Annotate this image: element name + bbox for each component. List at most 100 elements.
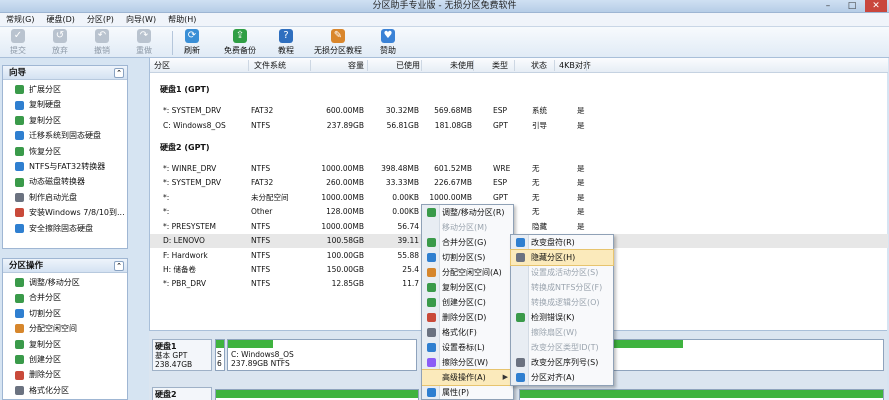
menu-general[interactable]: 常规(G) [0,13,40,26]
wizard-item-copy-partition[interactable]: 复制分区 [3,113,127,128]
format-icon [15,385,24,395]
table-row[interactable]: *: SYSTEM_DRV FAT32 600.00MB 30.32MB 569… [150,104,888,118]
col-partition[interactable]: 分区 [154,58,170,73]
col-used[interactable]: 已使用 [396,58,420,73]
advanced-submenu: 改变盘符(R) 隐藏分区(H) 设置成活动分区(S) 转换成NTFS分区(F) … [510,234,614,386]
wizard-item-bootable[interactable]: 制作启动光盘 [3,190,127,205]
discard-button[interactable]: ↺ 放弃 [52,29,68,56]
submenu-item-to-ntfs[interactable]: 转换成NTFS分区(F) [511,280,613,295]
copy-icon [15,339,24,349]
op-item-resize[interactable]: 调整/移动分区 [3,275,127,290]
disk1-system-partition[interactable]: S6 [215,339,225,371]
recover-icon [15,146,24,156]
sponsor-button[interactable]: ♥ 赞助 [380,29,396,56]
table-row[interactable]: *: Other 128.00MB 0.00KB 无 是 [150,205,888,219]
commit-button[interactable]: ✓ 提交 [10,29,26,56]
table-row[interactable]: *: PRESYSTEM NTFS 1000.00MB 56.74 隐藏 是 [150,220,888,234]
op-item-split[interactable]: 切割分区 [3,306,127,321]
submenu-item-to-logical[interactable]: 转换成逻辑分区(O) [511,295,613,310]
table-row[interactable]: *: WINRE_DRV NTFS 1000.00MB 398.48MB 601… [150,162,888,176]
collapse-icon[interactable]: ⌃ [114,261,124,271]
menu-item-properties[interactable]: 属性(P) [422,385,513,399]
menu-item-format[interactable]: 格式化(F) [422,325,513,340]
properties-icon [427,388,436,397]
wizard-item-extend[interactable]: 扩展分区 [3,82,127,97]
wizard-item-ntfs-fat32[interactable]: NTFS与FAT32转换器 [3,159,127,174]
submenu-item-set-active[interactable]: 设置成活动分区(S) [511,265,613,280]
redo-button[interactable]: ↷ 重做 [136,29,152,56]
disk2-partitions-ext[interactable] [519,389,884,400]
menu-disk[interactable]: 硬盘(D) [40,13,80,26]
menu-item-advanced[interactable]: 高级操作(A) ▶ [422,369,513,386]
table-row[interactable]: C: Windows8_OS NTFS 237.89GB 56.81GB 181… [150,119,888,133]
menu-item-create[interactable]: 创建分区(C) [422,295,513,310]
table-row[interactable]: *: SYSTEM_DRV FAT32 260.00MB 33.33MB 226… [150,176,888,190]
refresh-button[interactable]: ⟳ 刷新 [184,29,200,56]
menu-item-split[interactable]: 切割分区(S) [422,250,513,265]
submenu-item-change-letter[interactable]: 改变盘符(R) [511,235,613,250]
close-button[interactable]: ✕ [865,0,887,12]
menu-help[interactable]: 帮助(H) [162,13,202,26]
menu-item-merge[interactable]: 合并分区(G) [422,235,513,250]
align-icon [516,373,525,382]
op-item-format[interactable]: 格式化分区 [3,383,127,398]
wizard-item-recover[interactable]: 恢复分区 [3,144,127,159]
merge-icon [15,293,24,303]
submenu-item-change-type-id[interactable]: 改变分区类型ID(T) [511,340,613,355]
wizard-item-copy-disk[interactable]: 复制硬盘 [3,97,127,112]
partition-ops-section: 分区操作 ⌃ 调整/移动分区 合并分区 切割分区 分配空闲空间 复制分区 创建分… [2,258,128,400]
menu-wizard[interactable]: 向导(W) [120,13,162,26]
col-capacity[interactable]: 容量 [348,58,364,73]
op-item-create[interactable]: 创建分区 [3,352,127,367]
copy-disk-icon [15,100,24,110]
submenu-item-wipe-sectors[interactable]: 擦除扇区(W) [511,325,613,340]
col-type[interactable]: 类型 [492,58,508,73]
wizard-item-dynamic[interactable]: 动态磁盘转换器 [3,174,127,189]
hide-icon [516,253,525,262]
disk2-partitions[interactable] [215,389,419,400]
op-item-copy[interactable]: 复制分区 [3,337,127,352]
free-backup-button[interactable]: ⇪ 免费备份 [224,29,256,56]
menu-item-wipe[interactable]: 擦除分区(W) [422,355,513,370]
partition-ops-header[interactable]: 分区操作 ⌃ [3,259,127,273]
col-free[interactable]: 未使用 [450,58,474,73]
menu-item-resize[interactable]: 调整/移动分区(R) [422,205,513,220]
submenu-item-check-errors[interactable]: 检测错误(K) [511,310,613,325]
wizard-section-header[interactable]: 向导 ⌃ [3,66,127,80]
usage-fill [228,340,274,348]
maximize-button[interactable]: □ [841,0,863,12]
menu-item-allocate[interactable]: 分配空闲空间(A) [422,265,513,280]
collapse-icon[interactable]: ⌃ [114,68,124,78]
undo-button[interactable]: ↶ 撤销 [94,29,110,56]
menu-item-copy[interactable]: 复制分区(C) [422,280,513,295]
wizard-item-migrate-os[interactable]: 迁移系统到固态硬盘 [3,128,127,143]
op-item-delete[interactable]: 删除分区 [3,367,127,382]
copy-icon [427,283,436,292]
disk1-c-partition[interactable]: C: Windows8_OS 237.89GB NTFS [227,339,417,371]
tutorial-button[interactable]: ? 教程 [278,29,294,56]
minimize-button[interactable]: – [817,0,839,12]
disk2-card[interactable]: 硬盘2 [152,387,212,400]
menu-item-label[interactable]: 设置卷标(L) [422,340,513,355]
menu-bar: 常规(G) 硬盘(D) 分区(P) 向导(W) 帮助(H) [0,13,889,27]
context-menu: 调整/移动分区(R) 移动分区(M) 合并分区(G) 切割分区(S) 分配空闲空… [421,204,514,400]
submenu-item-hide[interactable]: 隐藏分区(H) [510,249,614,266]
wizard-item-install-windows[interactable]: 安装Windows 7/8/10到... [3,205,127,220]
op-item-allocate[interactable]: 分配空闲空间 [3,321,127,336]
ssd-erase-icon [15,223,24,233]
lossless-tutorial-button[interactable]: ✎ 无损分区教程 [314,29,362,56]
menu-item-delete[interactable]: 删除分区(D) [422,310,513,325]
menu-partition[interactable]: 分区(P) [81,13,120,26]
table-row[interactable]: *: 未分配空间 1000.00MB 0.00KB 1000.00MB GPT … [150,191,888,205]
col-status[interactable]: 状态 [531,58,547,73]
col-filesystem[interactable]: 文件系统 [254,58,286,73]
window-controls: – □ ✕ [817,0,887,12]
backup-icon: ⇪ [233,29,247,43]
wizard-item-ssd-erase[interactable]: 安全擦除固态硬盘 [3,221,127,236]
menu-item-move[interactable]: 移动分区(M) [422,220,513,235]
disk1-card[interactable]: 硬盘1 基本 GPT 238.47GB [152,339,212,371]
op-item-merge[interactable]: 合并分区 [3,290,127,305]
submenu-item-change-serial[interactable]: 改变分区序列号(S) [511,355,613,370]
submenu-item-align[interactable]: 分区对齐(A) [511,370,613,385]
wipe-icon [427,358,436,367]
